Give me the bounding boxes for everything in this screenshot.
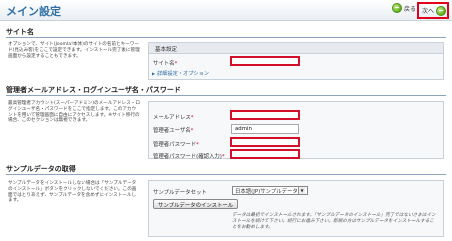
next-button[interactable]: 次へ: [417, 2, 449, 19]
back-label: 戻る: [404, 5, 417, 13]
site-name-input[interactable]: [230, 56, 300, 66]
back-button[interactable]: 戻る: [392, 3, 416, 13]
password-label: 管理者パスワード*: [153, 142, 199, 148]
sample-set-select[interactable]: 日本語(JP)サンプルデータ ▼: [232, 186, 308, 195]
password-confirm-input[interactable]: [230, 149, 300, 159]
page-title: メイン設定: [6, 5, 61, 18]
sample-set-selected: 日本語(JP)サンプルデータ: [235, 188, 298, 195]
expand-triangle-icon: ▶: [152, 71, 156, 76]
sample-set-label: サンプルデータセット: [153, 190, 207, 196]
dropdown-arrow-icon: ▼: [298, 187, 305, 194]
install-sample-data-button[interactable]: サンプルデータのインストール: [153, 199, 239, 209]
header-bar: メイン設定 戻る 次へ: [0, 0, 452, 21]
username-label: 管理者ユーザ名*: [153, 128, 194, 134]
back-arrow-icon: [392, 3, 402, 13]
sample-section-description: サンプルデータをインストールしない場合は「サンプルデータのインストール」ボタンを…: [8, 181, 137, 204]
email-input[interactable]: [230, 110, 300, 120]
advanced-settings-link[interactable]: ▶ 詳細設定・オプション: [152, 70, 209, 77]
basic-settings-title: 基本設定: [149, 43, 443, 54]
site-section-divider: [6, 37, 446, 38]
site-name-label: サイト名*: [153, 61, 178, 67]
email-label: メールアドレス*: [153, 115, 194, 121]
password-input[interactable]: [230, 137, 300, 147]
sample-section-divider: [6, 174, 446, 175]
admin-section-divider: [6, 95, 446, 96]
sample-data-note: データは最初でインストールされます。「サンプルデータのインストール」完了ではない…: [232, 213, 436, 230]
admin-section-title: 管理者メールアドレス・ログインユーザ名・パスワード: [6, 86, 181, 94]
sample-section-title: サンプルデータの取得: [6, 165, 76, 173]
next-arrow-icon: [436, 5, 447, 16]
site-section-description: オプションで、サイト(Joomla!本体)のサイトの名前とキーワード(見込み客)…: [8, 42, 140, 59]
next-label: 次へ: [422, 8, 435, 15]
password-confirm-label: 管理者パスワード(確認入力)*: [153, 154, 225, 160]
username-input[interactable]: admin: [231, 124, 299, 134]
admin-section-description: 最高管理者アカウント(スーパーアドミン)のメールアドレス・ログインユーザ名・パス…: [8, 101, 140, 124]
site-section-title: サイト名: [6, 28, 34, 36]
